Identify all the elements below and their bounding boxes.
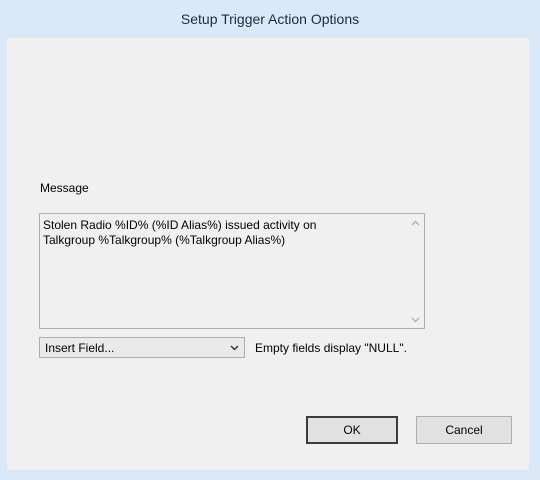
scroll-down-button[interactable] (407, 311, 424, 328)
ok-button[interactable]: OK (306, 416, 398, 444)
chevron-up-icon (411, 220, 420, 225)
chevron-down-icon[interactable] (227, 338, 241, 357)
dialog-client-area: Message Stolen Radio %ID% (%ID Alias%) i… (7, 38, 529, 470)
insert-field-dropdown[interactable]: Insert Field... (39, 337, 245, 358)
message-scrollbar[interactable] (407, 214, 424, 328)
null-hint-text: Empty fields display "NULL". (255, 341, 407, 355)
chevron-down-icon (411, 317, 420, 322)
insert-field-selected: Insert Field... (45, 341, 115, 355)
scroll-up-button[interactable] (407, 214, 424, 231)
title-bar[interactable]: Setup Trigger Action Options (0, 0, 540, 38)
cancel-button[interactable]: Cancel (416, 416, 512, 444)
dialog-window: Setup Trigger Action Options Message Sto… (0, 0, 540, 480)
message-label: Message (40, 181, 89, 195)
window-title: Setup Trigger Action Options (180, 11, 360, 27)
message-text[interactable]: Stolen Radio %ID% (%ID Alias%) issued ac… (43, 218, 403, 248)
message-textarea[interactable]: Stolen Radio %ID% (%ID Alias%) issued ac… (39, 213, 425, 329)
